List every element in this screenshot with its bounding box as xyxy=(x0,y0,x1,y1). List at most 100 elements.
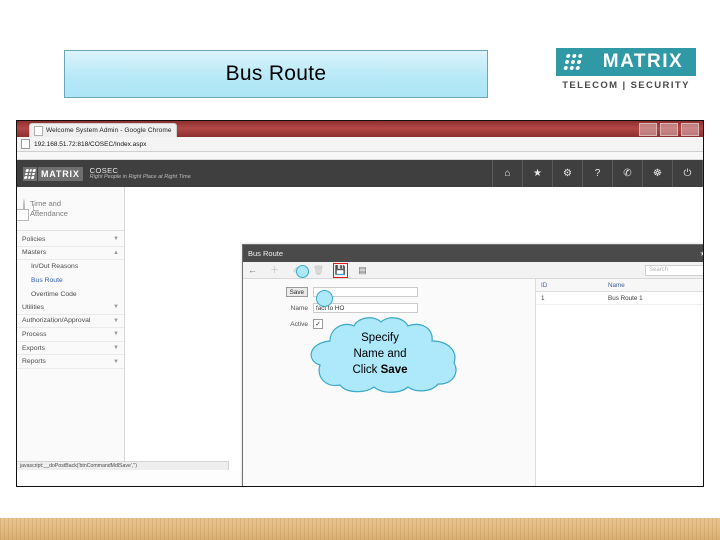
bottom-wood-strip xyxy=(0,518,720,540)
form-row-id: Save xyxy=(243,286,535,298)
favorite-icon[interactable]: ★ xyxy=(522,160,552,187)
callout-line-3-bold: Save xyxy=(380,364,408,377)
sidebar-item-label: Exports xyxy=(22,344,46,352)
sidebar-item-label: Process xyxy=(22,330,47,338)
time-attendance-icon xyxy=(17,198,29,221)
callout-line-3: Click Save xyxy=(353,362,408,378)
form-row-name: Name fact to HO xyxy=(243,302,535,314)
sidebar-item-label: Utilities xyxy=(22,303,44,311)
grid-cell-id: 1 xyxy=(541,294,545,302)
sidebar-item-label: Overtime Code xyxy=(31,290,77,298)
sidebar-item-masters[interactable]: Masters ▲ xyxy=(17,247,124,261)
sidebar-menu: Policies ▼ Masters ▲ In/Out Reasons Bus … xyxy=(17,231,124,369)
callout-line-1: Specify xyxy=(361,331,399,344)
status-bar-text: javascript:__doPostBack('btnCommandMdlSa… xyxy=(20,463,137,469)
sidebar-item-label: Reports xyxy=(22,358,46,366)
app-brand: MATRIX xyxy=(38,166,83,181)
sidebar-item-in-out-reasons[interactable]: In/Out Reasons xyxy=(17,260,124,274)
grid-cell-name: Bus Route 1 xyxy=(608,294,643,302)
chevron-down-icon: ▼ xyxy=(113,345,119,352)
power-icon[interactable]: ⏻ xyxy=(672,160,703,187)
browser-titlebar: Welcome System Admin - Google Chrome xyxy=(17,121,703,137)
minimize-button[interactable] xyxy=(639,123,657,136)
grid-column-name: Name xyxy=(608,281,625,289)
delete-button[interactable]: 🗑 xyxy=(313,265,324,276)
network-icon[interactable]: ☸ xyxy=(642,160,672,187)
browser-status-bar: javascript:__doPostBack('btnCommandMdlSa… xyxy=(17,461,229,470)
page-title: Bus Route xyxy=(225,62,327,85)
chevron-down-icon: ▼ xyxy=(113,331,119,338)
search-box[interactable]: Search ⚲ xyxy=(645,264,703,276)
dialog-toolbar: ← ＋ ✐ 🗑 💾 ▤ Search ⚲ xyxy=(243,262,703,279)
save-tooltip-wrap: Save xyxy=(243,287,313,297)
callout-text: Specify Name and Click Save xyxy=(296,315,464,393)
sidebar: Time and Attendance Policies ▼ Masters ▲ xyxy=(17,187,125,470)
sidebar-item-label: Policies xyxy=(22,235,46,243)
sidebar-item-label: In/Out Reasons xyxy=(31,263,79,271)
back-button[interactable]: ← xyxy=(247,265,258,276)
window-controls[interactable] xyxy=(639,123,699,136)
matrix-wordmark: MATRIX xyxy=(590,48,696,76)
save-button[interactable]: 💾 xyxy=(333,262,348,278)
chevron-down-icon: ▼ xyxy=(113,236,119,243)
grid-header-row: ID Name xyxy=(536,279,703,292)
sidebar-item-overtime-code[interactable]: Overtime Code xyxy=(17,287,124,301)
sidebar-item-process[interactable]: Process ▼ xyxy=(17,328,124,342)
slide-canvas: Bus Route MATRIX TELECOM | SECURITY Welc… xyxy=(0,0,720,540)
favorite-icon[interactable]: ★ xyxy=(700,249,703,258)
sidebar-item-exports[interactable]: Exports ▼ xyxy=(17,342,124,356)
sidebar-module-title: Time and Attendance xyxy=(30,199,68,218)
contact-icon[interactable]: ✆ xyxy=(612,160,642,187)
slide-title-box: Bus Route xyxy=(64,50,488,98)
browser-tab[interactable]: Welcome System Admin - Google Chrome xyxy=(29,123,177,137)
help-icon[interactable]: ? xyxy=(582,160,612,187)
page-icon xyxy=(21,139,30,149)
matrix-dots-icon xyxy=(556,48,590,76)
dialog-title-buttons: ★ ? ✕ xyxy=(700,249,703,258)
chevron-up-icon: ▲ xyxy=(113,249,119,256)
matrix-tagline: TELECOM | SECURITY xyxy=(562,80,690,91)
callout-bubble-medium xyxy=(316,290,333,307)
callout-bubble-small xyxy=(296,265,309,278)
maximize-button[interactable] xyxy=(660,123,678,136)
browser-address-bar[interactable]: 192.168.51.72:818/COSEC/Index.aspx xyxy=(17,137,703,152)
name-label: Name xyxy=(290,304,308,312)
matrix-logo: MATRIX TELECOM | SECURITY xyxy=(556,48,696,94)
chevron-down-icon: ▼ xyxy=(113,304,119,311)
add-button[interactable]: ＋ xyxy=(269,265,280,276)
app-header: MATRIX COSEC Right People in Right Place… xyxy=(17,160,703,187)
home-icon[interactable]: ⌂ xyxy=(492,160,522,187)
app-header-icons: ⌂ ★ ⚙ ? ✆ ☸ ⏻ xyxy=(492,160,703,187)
matrix-dots-icon-small xyxy=(23,166,37,181)
browser-tab-title: Welcome System Admin - Google Chrome xyxy=(46,127,172,134)
close-button[interactable] xyxy=(681,123,699,136)
callout-line-2: Name and xyxy=(353,347,407,360)
sidebar-item-label: Masters xyxy=(22,249,47,257)
app-tagline: Right People in Right Place at Right Tim… xyxy=(89,173,191,180)
bookmarks-bar xyxy=(17,152,703,160)
bus-route-grid: ID Name 1 Bus Route 1 xyxy=(535,279,703,486)
save-tooltip: Save xyxy=(285,287,308,297)
app-title-block: COSEC Right People in Right Place at Rig… xyxy=(89,166,191,181)
dialog-title: Bus Route xyxy=(248,249,284,258)
sidebar-item-bus-route[interactable]: Bus Route xyxy=(17,274,124,288)
sidebar-item-utilities[interactable]: Utilities ▼ xyxy=(17,301,124,315)
chevron-down-icon: ▼ xyxy=(113,358,119,365)
list-button[interactable]: ▤ xyxy=(357,265,368,276)
dialog-titlebar: Bus Route ★ ? ✕ xyxy=(243,245,703,262)
table-row[interactable]: 1 Bus Route 1 xyxy=(536,292,703,305)
sidebar-item-authorization-approval[interactable]: Authorization/Approval ▼ xyxy=(17,315,124,329)
sidebar-item-reports[interactable]: Reports ▼ xyxy=(17,355,124,369)
url-text: 192.168.51.72:818/COSEC/Index.aspx xyxy=(34,140,147,148)
grid-column-id: ID xyxy=(541,281,548,289)
callout-line-3-prefix: Click xyxy=(352,364,381,377)
sidebar-module-header: Time and Attendance xyxy=(17,187,124,231)
module-title-line1: Time and xyxy=(30,199,61,209)
settings-icon[interactable]: ⚙ xyxy=(552,160,582,187)
browser-screenshot: Welcome System Admin - Google Chrome 192… xyxy=(16,120,704,487)
chevron-down-icon: ▼ xyxy=(113,317,119,324)
sidebar-item-label: Authorization/Approval xyxy=(22,317,91,325)
tab-favicon-icon xyxy=(34,125,43,136)
sidebar-item-policies[interactable]: Policies ▼ xyxy=(17,233,124,247)
sidebar-item-label: Bus Route xyxy=(31,277,63,285)
